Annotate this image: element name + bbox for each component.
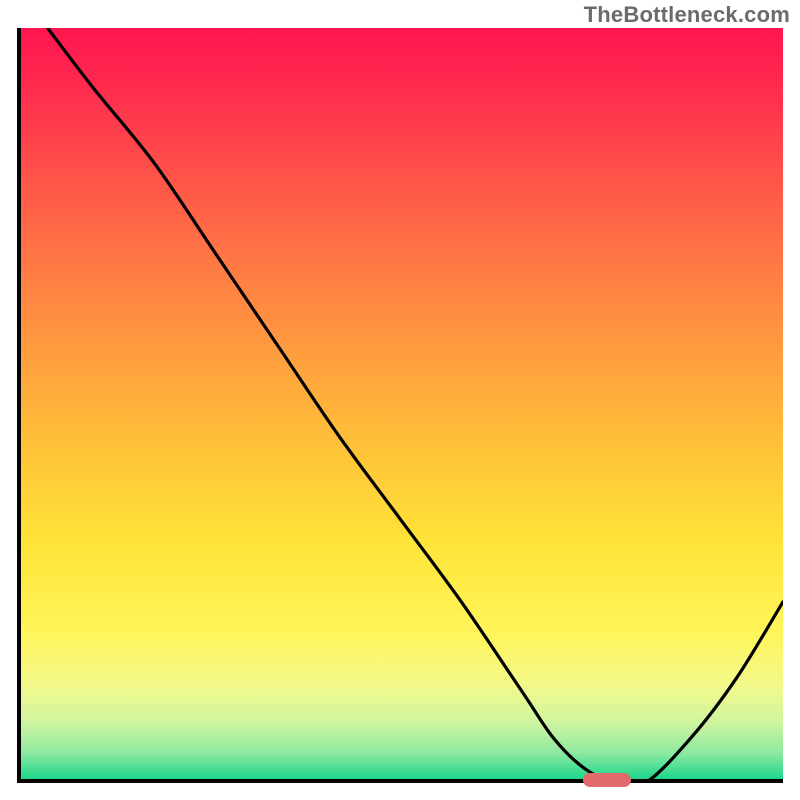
plot-area <box>17 28 783 783</box>
optimal-point-marker <box>583 773 631 787</box>
watermark-text: TheBottleneck.com <box>584 2 790 28</box>
bottleneck-curve <box>17 28 783 783</box>
chart-container: TheBottleneck.com <box>0 0 800 800</box>
